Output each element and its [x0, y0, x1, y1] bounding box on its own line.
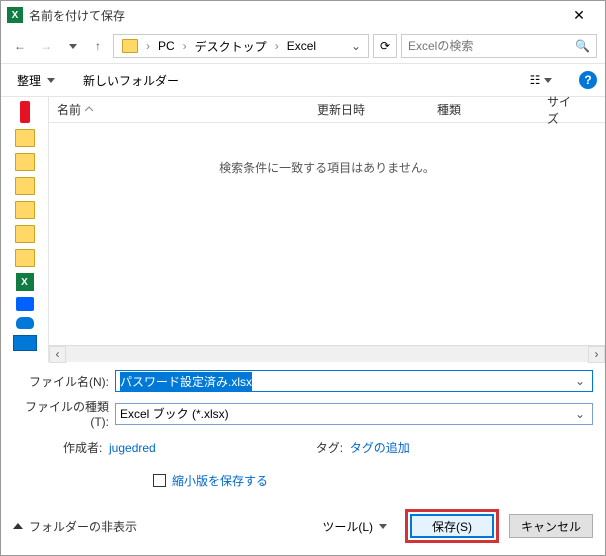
scroll-right-icon[interactable]: › [588, 346, 605, 363]
close-button[interactable]: ✕ [559, 1, 599, 29]
search-input[interactable] [408, 39, 575, 53]
up-button[interactable]: ↑ [87, 35, 109, 57]
navigation-bar: ← → ↑ › PC › デスクトップ › Excel ⌄ ⟳ 🔍 [1, 29, 605, 63]
excel-file-icon[interactable]: X [16, 273, 34, 291]
horizontal-scrollbar[interactable]: ‹ › [49, 345, 605, 362]
address-bar[interactable]: › PC › デスクトップ › Excel ⌄ [113, 34, 369, 58]
new-folder-label: 新しいフォルダー [83, 72, 179, 89]
hide-folders-toggle[interactable]: フォルダーの非表示 [13, 518, 137, 535]
dropdown-icon [379, 524, 387, 529]
view-icon: ☷ [530, 73, 541, 87]
breadcrumb-desktop[interactable]: デスクトップ [191, 36, 271, 57]
breadcrumb-excel[interactable]: Excel [283, 37, 320, 55]
dropbox-icon[interactable] [16, 297, 34, 311]
file-list[interactable]: 検索条件に一致する項目はありません。 [49, 123, 605, 345]
breadcrumb-pc[interactable]: PC [154, 37, 179, 55]
folder-icon[interactable] [15, 153, 35, 171]
view-options-button[interactable]: ☷ [523, 68, 559, 92]
column-header-name[interactable]: 名前 [49, 97, 309, 122]
dropdown-icon[interactable]: ⌄ [572, 374, 588, 388]
tools-label: ツール(L) [322, 518, 373, 535]
dialog-footer: フォルダーの非表示 ツール(L) 保存(S) キャンセル [1, 501, 605, 555]
dropdown-icon[interactable]: ⌄ [572, 407, 588, 421]
new-folder-button[interactable]: 新しいフォルダー [75, 68, 187, 93]
dropdown-icon [544, 78, 552, 83]
organize-button[interactable]: 整理 [9, 68, 63, 93]
author-value[interactable]: jugedred [109, 441, 156, 455]
save-button-highlight: 保存(S) [405, 509, 499, 543]
chevron-up-icon [13, 523, 23, 529]
filename-combobox[interactable]: パスワード設定済み.xlsx ⌄ [115, 370, 593, 392]
breadcrumb-separator: › [273, 39, 281, 53]
this-pc-icon[interactable] [13, 335, 37, 351]
help-button[interactable]: ? [579, 71, 597, 89]
column-header-size[interactable]: サイズ [539, 97, 583, 122]
tag-add-link[interactable]: タグの追加 [350, 441, 410, 455]
dropdown-icon [47, 78, 55, 83]
folder-icon[interactable] [15, 201, 35, 219]
file-list-pane: 名前 更新日時 種類 サイズ 検索条件に一致する項目はありません。 ‹ › [49, 97, 605, 362]
author-label: 作成者: [63, 441, 102, 455]
scrollbar-track[interactable] [66, 346, 588, 363]
breadcrumb-separator: › [144, 39, 152, 53]
column-header-type[interactable]: 種類 [429, 97, 539, 122]
save-thumbnail-checkbox[interactable] [153, 474, 166, 487]
search-box[interactable]: 🔍 [401, 34, 597, 58]
sort-indicator-icon [85, 106, 93, 114]
folder-icon[interactable] [15, 225, 35, 243]
navigation-pane[interactable]: X [1, 97, 49, 362]
filetype-label: ファイルの種類(T): [13, 398, 109, 429]
filename-input[interactable]: パスワード設定済み.xlsx [120, 372, 252, 391]
breadcrumb-separator: › [181, 39, 189, 53]
column-headers: 名前 更新日時 種類 サイズ [49, 97, 605, 123]
scroll-left-icon[interactable]: ‹ [49, 346, 66, 363]
content-area: X 名前 更新日時 種類 サイズ 検索条件に一致する項目はありません。 ‹ › [1, 97, 605, 362]
filetype-value: Excel ブック (*.xlsx) [120, 405, 229, 422]
search-icon[interactable]: 🔍 [575, 39, 590, 53]
save-thumbnail-label[interactable]: 縮小版を保存する [172, 472, 268, 489]
filetype-combobox[interactable]: Excel ブック (*.xlsx) ⌄ [115, 403, 593, 425]
excel-app-icon: X [7, 7, 23, 23]
quick-access-icon[interactable] [20, 101, 30, 123]
column-header-date[interactable]: 更新日時 [309, 97, 429, 122]
cancel-button[interactable]: キャンセル [509, 514, 593, 538]
folder-icon[interactable] [15, 177, 35, 195]
window-title: 名前を付けて保存 [29, 7, 559, 24]
save-form: ファイル名(N): パスワード設定済み.xlsx ⌄ ファイルの種類(T): E… [1, 362, 605, 501]
organize-label: 整理 [17, 72, 41, 89]
tag-label: タグ: [316, 441, 343, 455]
folder-icon [122, 39, 138, 53]
empty-list-message: 検索条件に一致する項目はありません。 [49, 159, 605, 176]
column-label: 名前 [57, 101, 81, 118]
folder-icon[interactable] [15, 129, 35, 147]
folder-icon[interactable] [15, 249, 35, 267]
save-button[interactable]: 保存(S) [410, 514, 494, 538]
refresh-button[interactable]: ⟳ [373, 34, 397, 58]
title-bar: X 名前を付けて保存 ✕ [1, 1, 605, 29]
back-button[interactable]: ← [9, 35, 31, 57]
forward-button: → [35, 35, 57, 57]
toolbar: 整理 新しいフォルダー ☷ ? [1, 63, 605, 97]
address-dropdown-icon[interactable]: ⌄ [348, 39, 364, 53]
onedrive-icon[interactable] [16, 317, 34, 329]
recent-locations-button[interactable] [61, 35, 83, 57]
tools-button[interactable]: ツール(L) [314, 514, 395, 539]
hide-folders-label: フォルダーの非表示 [29, 518, 137, 535]
filename-label: ファイル名(N): [13, 373, 109, 390]
